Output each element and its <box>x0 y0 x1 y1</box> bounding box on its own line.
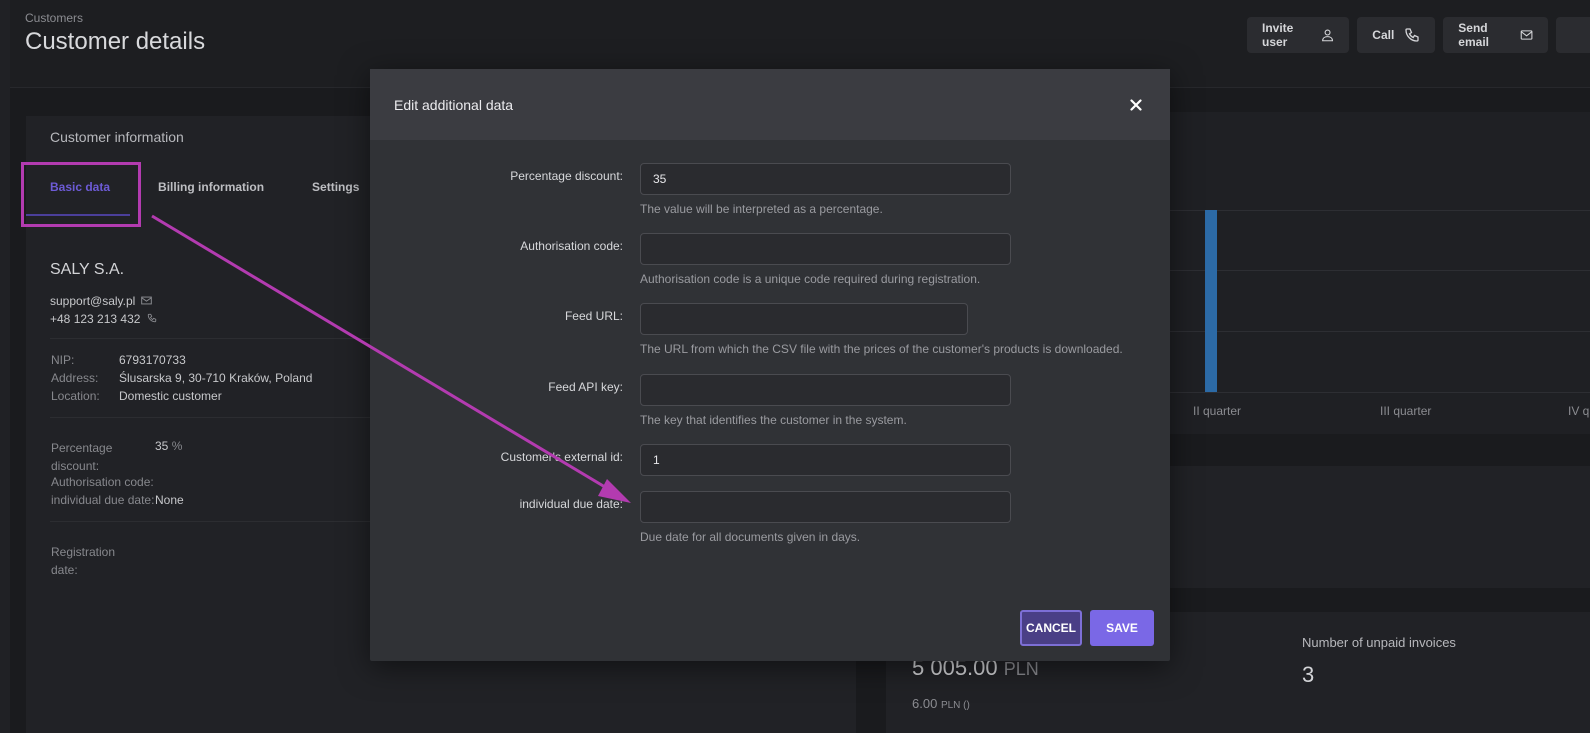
registration-label: Registration date: <box>51 543 131 579</box>
address-label: Address: <box>51 371 98 385</box>
percentage-discount-label: Percentage discount: <box>510 169 623 183</box>
percentage-value: 35 % <box>155 439 182 453</box>
user-icon <box>1322 29 1334 42</box>
quarter-label-2: II quarter <box>1193 404 1242 418</box>
contact-email[interactable]: support@saly.pl <box>50 294 152 308</box>
more-actions-button[interactable] <box>1556 17 1590 53</box>
nip-text: 6793170733 <box>119 353 186 367</box>
secondary-currency: PLN () <box>940 700 970 711</box>
send-email-label: Send email <box>1458 21 1489 49</box>
feed-url-help: The URL from which the CSV file with the… <box>640 342 1123 356</box>
due-date-label: individual due date: <box>519 497 623 511</box>
breadcrumb[interactable]: Customers <box>25 11 83 25</box>
highlight-box <box>21 162 141 227</box>
modal-header: Edit additional data <box>370 69 1170 140</box>
due-date-help: Due date for all documents given in days… <box>640 530 861 544</box>
customer-card-title: Customer information <box>50 129 184 145</box>
quarter-label-3: III quarter <box>1380 404 1432 418</box>
due-date-input[interactable] <box>640 491 1011 523</box>
address-text: Ślusarska 9, 30-710 Kraków, Poland <box>119 371 313 385</box>
divider <box>50 521 390 522</box>
company-name: SALY S.A. <box>50 261 125 278</box>
tab-billing-information[interactable]: Billing information <box>158 180 264 194</box>
chart-gridline <box>1155 392 1590 393</box>
percentage-unit: % <box>171 439 183 453</box>
cancel-button[interactable]: CANCEL <box>1020 610 1082 646</box>
nip-label: NIP: <box>51 353 74 367</box>
invite-user-label: Invite user <box>1262 21 1294 49</box>
percentage-key: Percentage discount: <box>51 441 113 473</box>
invite-user-button[interactable]: Invite user <box>1247 17 1350 53</box>
mail-icon <box>1520 30 1533 40</box>
close-button[interactable] <box>1126 95 1146 115</box>
chart-bar <box>1205 210 1217 392</box>
modal-title: Edit additional data <box>394 96 514 113</box>
percentage-text: 35 <box>155 439 169 453</box>
secondary-value: 6.00 <box>912 696 938 711</box>
address-value: Ślusarska 9, 30-710 Kraków, Poland <box>119 371 312 385</box>
call-label: Call <box>1372 28 1395 42</box>
due-text: None <box>155 493 184 507</box>
address-key: Address: <box>51 371 99 385</box>
percentage-discount-help: The value will be interpreted as a perce… <box>640 202 883 216</box>
unpaid-invoices-label: Number of unpaid invoices <box>1302 635 1456 650</box>
percentage-discount-input[interactable] <box>640 163 1011 195</box>
location-value: Domestic customer <box>119 389 222 403</box>
contact-phone[interactable]: +48 123 213 432 <box>50 312 157 326</box>
header-actions: Invite user Call Send email <box>1247 17 1590 53</box>
unpaid-invoices-value: 3 <box>1302 662 1315 687</box>
location-label: Location: <box>51 389 100 403</box>
chart-gridline <box>1155 270 1590 271</box>
external-id-label: Customer's external id: <box>500 450 623 464</box>
divider <box>50 338 390 339</box>
mail-icon <box>140 296 152 305</box>
call-button[interactable]: Call <box>1357 17 1436 53</box>
location-text: Domestic customer <box>119 389 222 403</box>
due-value: None <box>155 493 184 507</box>
side-card <box>1150 466 1590 588</box>
chart-gridline <box>1155 331 1590 332</box>
feed-api-key-label: Feed API key: <box>548 380 623 394</box>
divider <box>50 417 390 418</box>
nip-key: NIP: <box>51 353 75 367</box>
location-key: Location: <box>51 389 100 403</box>
edit-additional-data-modal: Edit additional data Percentage discount… <box>370 69 1170 661</box>
page-title: Customer details <box>25 28 206 55</box>
authorisation-code-help: Authorisation code is a unique code requ… <box>640 272 981 286</box>
sidebar-edge <box>0 0 10 733</box>
authorisation-code-input[interactable] <box>640 233 1011 265</box>
nip-value: 6793170733 <box>119 353 186 367</box>
phone-text: +48 123 213 432 <box>50 312 141 326</box>
due-label: individual due date: <box>51 493 154 507</box>
close-icon <box>1130 98 1142 111</box>
phone-icon <box>1405 28 1419 42</box>
phone-icon <box>147 313 156 323</box>
registration-key: Registration date: <box>51 545 116 577</box>
feed-api-key-input[interactable] <box>640 374 1011 406</box>
secondary-amount: 6.00 PLN () <box>912 696 970 711</box>
authorisation-code-label: Authorisation code: <box>520 239 623 253</box>
auth-label: Authorisation code: <box>51 475 154 489</box>
percentage-label: Percentage discount: <box>51 439 131 475</box>
send-email-button[interactable]: Send email <box>1443 17 1549 53</box>
save-button[interactable]: SAVE <box>1090 610 1154 646</box>
feed-api-key-help: The key that identifies the customer in … <box>640 413 907 427</box>
email-text: support@saly.pl <box>50 294 136 308</box>
auth-key: Authorisation code: <box>51 475 154 489</box>
amount-currency: PLN <box>1003 659 1039 679</box>
due-key: individual due date: <box>51 493 155 507</box>
feed-url-input[interactable] <box>640 303 968 335</box>
external-id-input[interactable] <box>640 444 1011 476</box>
quarter-label-4: IV q <box>1568 404 1590 418</box>
feed-url-label: Feed URL: <box>564 309 623 323</box>
chart-gridline <box>1155 210 1590 211</box>
tab-settings[interactable]: Settings <box>312 180 359 194</box>
